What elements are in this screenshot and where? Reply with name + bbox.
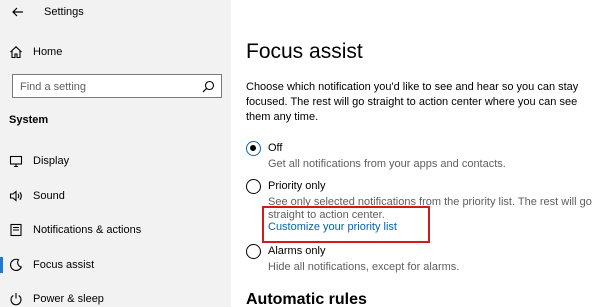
main-content: Focus assist Choose which notification y… bbox=[231, 0, 597, 307]
radio-priority-only[interactable] bbox=[246, 179, 261, 194]
home-label: Home bbox=[33, 46, 63, 58]
window-title: Settings bbox=[44, 6, 84, 18]
option-off[interactable]: Off Get all notifications from your apps… bbox=[246, 141, 591, 173]
back-button[interactable] bbox=[8, 3, 28, 21]
sidebar-item-power[interactable]: Power & sleep bbox=[0, 288, 231, 307]
sidebar-item-home[interactable]: Home bbox=[0, 41, 231, 63]
radio-alarms-only[interactable] bbox=[246, 244, 261, 259]
sidebar-item-label: Focus assist bbox=[33, 259, 95, 271]
search-box bbox=[12, 74, 222, 98]
back-arrow-icon bbox=[12, 7, 23, 17]
page-title: Focus assist bbox=[246, 40, 363, 63]
option-description: Get all notifications from your apps and… bbox=[268, 158, 506, 170]
focus-assist-icon bbox=[8, 257, 24, 273]
active-indicator bbox=[0, 257, 3, 273]
sidebar-item-label: Power & sleep bbox=[33, 293, 104, 305]
sidebar-item-label: Notifications & actions bbox=[33, 224, 142, 236]
sidebar-item-sound[interactable]: Sound bbox=[0, 185, 231, 207]
notifications-icon bbox=[8, 222, 24, 238]
highlight-box bbox=[262, 206, 430, 243]
option-label: Priority only bbox=[268, 180, 326, 192]
radio-off[interactable] bbox=[246, 141, 261, 156]
option-label: Off bbox=[268, 142, 283, 154]
sound-icon bbox=[8, 188, 24, 204]
power-icon bbox=[8, 291, 24, 307]
search-icon[interactable] bbox=[202, 80, 215, 93]
section-title: System bbox=[9, 114, 49, 126]
search-input[interactable] bbox=[20, 79, 190, 94]
sidebar-item-focus-assist[interactable]: Focus assist bbox=[0, 254, 231, 276]
display-icon bbox=[8, 153, 24, 169]
sidebar-item-display[interactable]: Display bbox=[0, 150, 231, 172]
sidebar-item-label: Display bbox=[33, 155, 70, 167]
sidebar: Settings Home System Display bbox=[0, 0, 231, 307]
option-alarms-only[interactable]: Alarms only Hide all notifications, exce… bbox=[246, 244, 591, 276]
option-description: Hide all notifications, except for alarm… bbox=[268, 261, 460, 273]
page-description: Choose which notification you'd like to … bbox=[246, 81, 579, 123]
sidebar-item-label: Sound bbox=[33, 190, 65, 202]
option-label: Alarms only bbox=[268, 245, 326, 257]
sidebar-item-notifications[interactable]: Notifications & actions bbox=[0, 219, 231, 241]
automatic-rules-heading: Automatic rules bbox=[246, 291, 367, 307]
home-icon bbox=[8, 44, 24, 60]
